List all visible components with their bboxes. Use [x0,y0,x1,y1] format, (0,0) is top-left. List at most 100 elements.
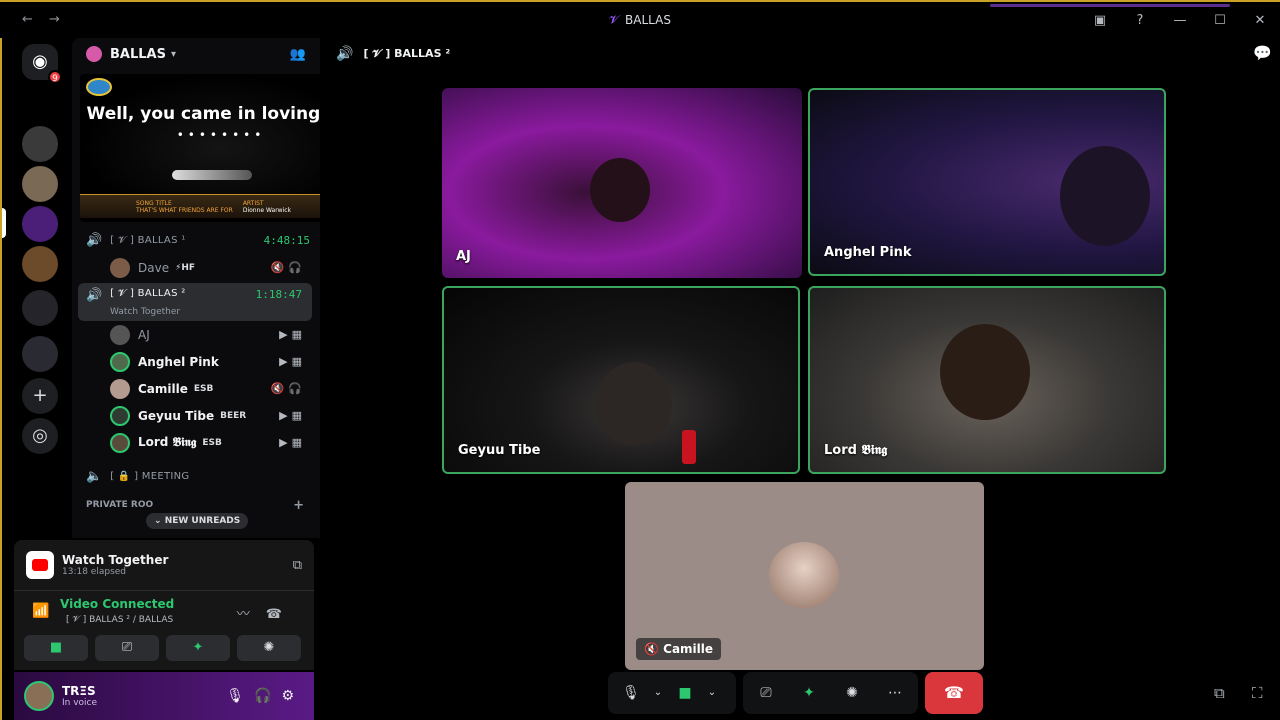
voice-user-name: AJ [138,327,150,342]
avatar [110,405,130,426]
chevron-down-icon[interactable]: ⌄ [702,678,722,708]
song-title-label: SONG TITLE [136,199,172,207]
voice-user-name: Anghel Pink [138,354,219,369]
video-tile-aj[interactable]: AJ [442,88,802,278]
camera-icon[interactable]: ■ [668,678,702,708]
voice-user[interactable]: Dave ⚡HF 🔇🎧 [72,254,320,281]
video-tile-geyuu-tibe[interactable]: Geyuu Tibe [442,286,800,474]
headphones-icon[interactable]: 🎧 [254,688,281,704]
voice-user-name: Lord 𝕭𝖎𝖓𝖌 [138,435,197,449]
guild-header[interactable]: BALLAS ▾ 👥 [72,38,320,70]
song-title: THAT'S WHAT FRIENDS ARE FOR [136,206,233,214]
channel-timer: 4:48:15 [263,233,310,247]
microphone-icon[interactable]: 🎙 [226,688,254,704]
minimize-icon[interactable]: — [1160,10,1200,32]
server-folder-1[interactable] [22,290,58,326]
chevron-down-icon[interactable]: ⌄ [648,678,668,708]
activity-elapsed: 13:18 elapsed [62,567,127,577]
participant-silhouette [940,324,1030,420]
soundboard-button[interactable]: ✺ [237,635,301,661]
help-icon[interactable]: ? [1120,10,1160,32]
speaker-icon: 🔊 [86,232,103,248]
end-call-button[interactable]: ☎ [925,672,983,714]
video-tile-lord-bing[interactable]: Lord 𝕭𝖎𝖓𝖌 [808,286,1166,474]
user-panel: TRΞS In voice 🎙🎧⚙ [14,672,314,720]
chat-icon[interactable]: 💬 [1253,44,1272,62]
voice-channel-ballas-2[interactable]: 🔊 [ 𝓥 ] BALLAS ² 1:18:47 Watch Together [78,283,312,321]
server-icon-1[interactable] [22,126,58,162]
close-icon[interactable]: ✕ [1240,10,1280,32]
voice-user[interactable]: Geyuu Tibe BEER ▶▦ [72,402,320,429]
microphone-icon[interactable]: 🎙 [614,678,648,708]
gear-icon[interactable]: ⚙ [281,688,304,704]
discord-home-button[interactable]: ◉ 9 [22,44,62,84]
maximize-icon[interactable]: ☐ [1200,10,1240,32]
video-tile-camille[interactable]: 🔇 Camille [625,482,984,670]
server-folder-2[interactable] [22,336,58,372]
activities-button[interactable]: ✦ [166,635,230,661]
video-activity-icons: ▶▦ [279,328,306,341]
activity-panel[interactable]: Watch Together 13:18 elapsed ⧉ [14,540,314,590]
voice-channel-meeting[interactable]: 🔈 [ 🔒 ] MEETING [72,462,320,490]
call-action-controls: ⎚ ✦ ✺ ⋯ [743,672,918,714]
tile-label: Anghel Pink [824,245,912,260]
soundboard-icon[interactable]: ✺ [835,678,869,708]
muted-deafened-icons: 🔇🎧 [270,382,306,395]
selected-server-indicator [2,208,6,238]
server-icon-ballas[interactable] [22,206,58,242]
channel-activity: Watch Together [110,307,181,317]
user-tag: BEER [220,410,247,421]
red-light [682,430,696,464]
share-screen-icon[interactable]: ⎚ [749,678,783,708]
explore-servers-button[interactable]: ◎ [22,418,58,454]
disconnect-icon[interactable]: ☎ [266,607,298,622]
user-status: In voice [62,698,98,708]
voice-user[interactable]: Camille ESB 🔇🎧 [72,375,320,402]
titlebar: ← → 𝓥 BALLAS ▣ ? — ☐ ✕ [0,0,1280,38]
share-screen-button[interactable]: ⎚ [95,635,159,661]
update-progress-bar [990,4,1230,7]
screen-share-icon[interactable]: ▣ [1080,10,1120,32]
popout-icon[interactable]: ⧉ [1214,684,1225,702]
new-unreads-pill[interactable]: ⌄ NEW UNREADS [146,513,249,529]
voice-channel-path[interactable]: [ 𝓥 ] BALLAS ² / BALLAS [66,615,173,625]
avatar[interactable] [24,681,54,711]
popout-icon[interactable]: ⧉ [293,558,302,573]
karaoke-countdown: •••••••• [176,128,266,142]
user-tag: ⚡HF [175,262,196,273]
voice-user[interactable]: AJ ▶▦ [72,321,320,348]
video-activity-icons: ▶▦ [279,436,306,449]
avatar [110,378,130,399]
voice-user[interactable]: Anghel Pink ▶▦ [72,348,320,375]
add-channel-icon[interactable]: + [293,498,304,513]
speaker-icon: 🔈 [86,468,103,484]
avatar [110,351,130,372]
avatar [110,257,130,278]
voice-user[interactable]: Lord 𝕭𝖎𝖓𝖌 ESB ▶▦ [72,429,320,456]
more-icon[interactable]: ⋯ [878,678,912,708]
channel-sidebar: BALLAS ▾ 👥 Well, you came in loving me •… [72,38,320,538]
channel-name: [ 𝓥 ] BALLAS ¹ [110,234,186,246]
invite-people-icon[interactable]: 👥 [290,47,306,62]
fullscreen-icon[interactable]: ⛶ [1252,684,1263,702]
activities-icon[interactable]: ✦ [792,678,826,708]
channel-name: [ 𝓥 ] BALLAS ² [110,288,186,299]
signal-icon: 📶 [32,603,50,619]
video-tile-anghel-pink[interactable]: Anghel Pink [808,88,1166,276]
call-header: 🔊 [ 𝓥 ] BALLAS ² 💬 [320,38,1280,70]
new-unreads-label: NEW UNREADS [164,516,241,526]
chevron-down-icon: ▾ [170,48,176,60]
noise-suppression-icon[interactable]: 〰 [237,607,266,622]
karaoke-activity[interactable]: Well, you came in loving me •••••••• SON… [80,74,320,222]
camera-button[interactable]: ■ [24,635,88,661]
user-name[interactable]: TRΞS [62,684,97,698]
server-icon-2[interactable] [22,166,58,202]
voice-status[interactable]: Video Connected [60,597,174,611]
voice-user-name: Dave [138,260,170,275]
tile-label: Geyuu Tibe [458,443,541,458]
server-icon-prestige[interactable] [22,246,58,282]
call-channel-name: [ 𝓥 ] BALLAS ² [363,47,451,60]
window-title-text: BALLAS [625,13,671,27]
add-server-button[interactable]: + [22,378,58,414]
voice-channel-ballas-1[interactable]: 🔊 [ 𝓥 ] BALLAS ¹ 4:48:15 [72,226,320,254]
